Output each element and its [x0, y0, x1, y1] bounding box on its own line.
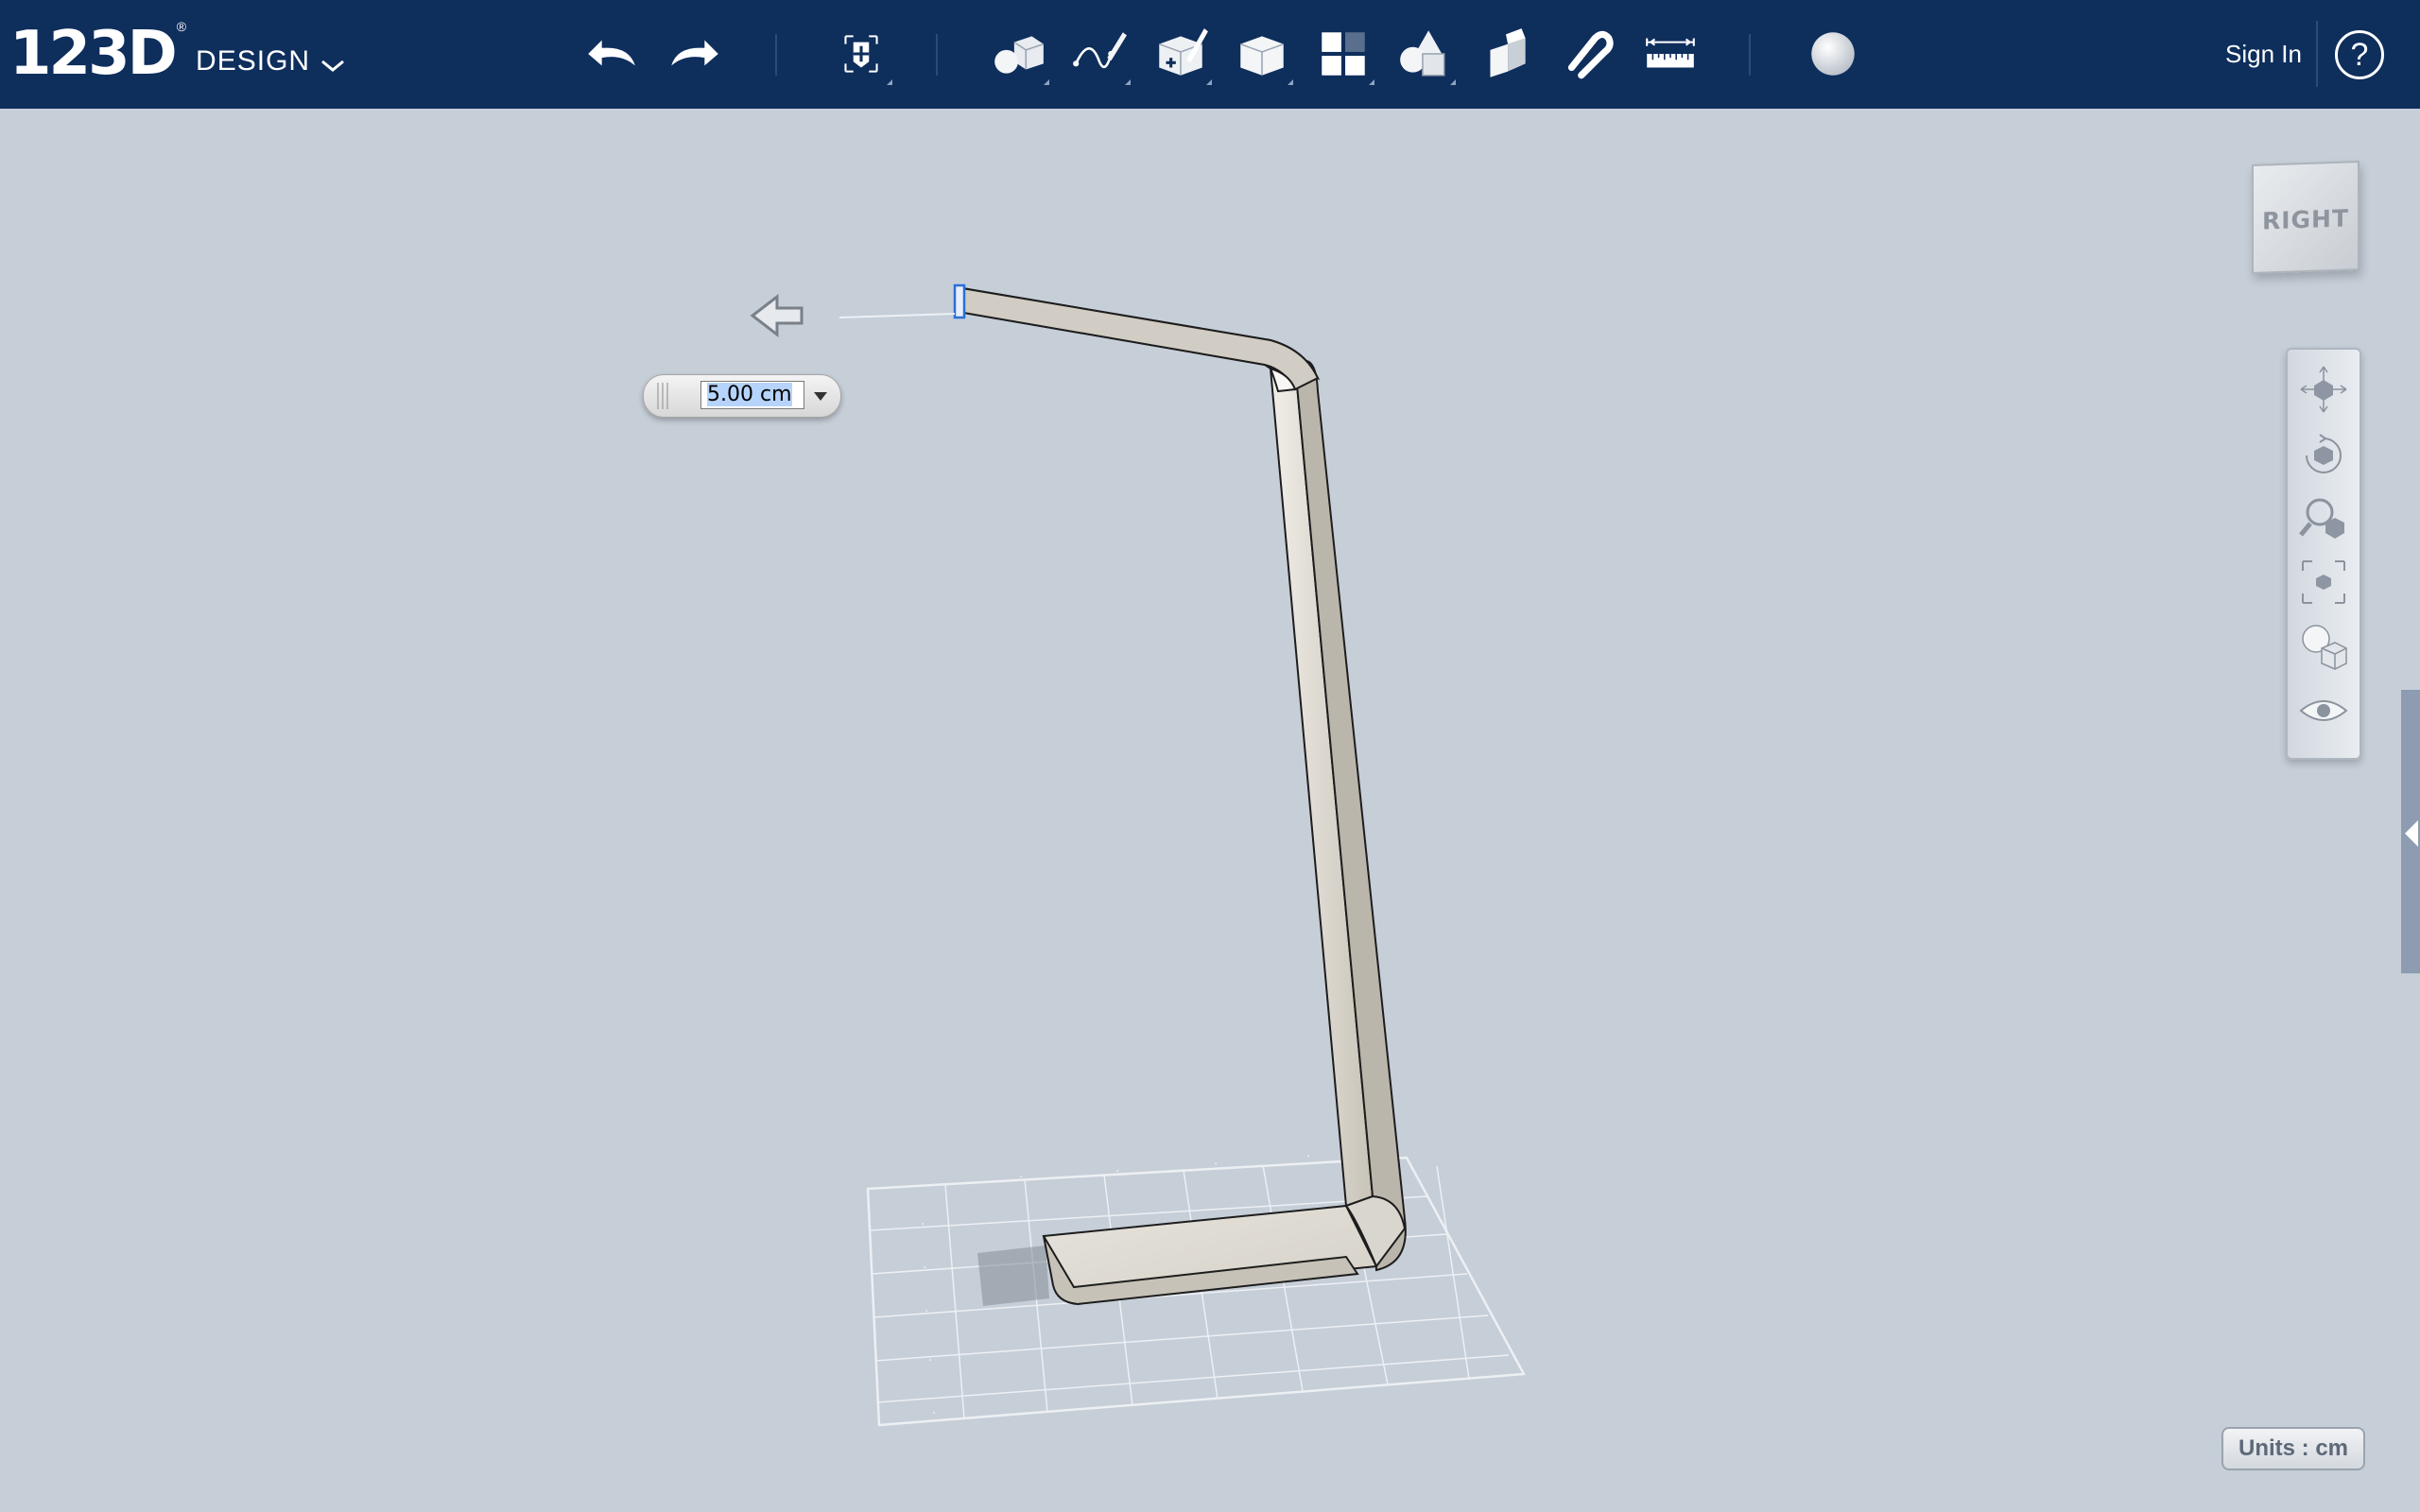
- svg-text:·: ·: [928, 1353, 932, 1368]
- view-cube-face-label: RIGHT: [2261, 204, 2350, 235]
- visibility-icon: [2299, 700, 2348, 721]
- 3d-viewport[interactable]: · · · · · · · · · 5.00 cm RIGHT Units: …: [0, 109, 2420, 1512]
- svg-text:·: ·: [923, 1261, 926, 1276]
- distance-input-box[interactable]: 5.00 cm: [643, 374, 841, 418]
- fit-button[interactable]: [2295, 554, 2352, 610]
- svg-text:·: ·: [1306, 1149, 1310, 1164]
- orbit-icon: [2306, 434, 2342, 473]
- chevron-left-icon[interactable]: [2405, 820, 2418, 847]
- view-material-icon: [2302, 625, 2347, 670]
- svg-text:·: ·: [925, 1304, 928, 1319]
- units-button[interactable]: Units : cm: [2221, 1427, 2365, 1470]
- fit-icon: [2302, 560, 2345, 604]
- view-material-button[interactable]: [2295, 618, 2352, 675]
- svg-text:·: ·: [1115, 1164, 1119, 1179]
- navigation-panel: [2286, 348, 2361, 760]
- distance-value: 5.00 cm: [707, 383, 792, 406]
- svg-text:·: ·: [1019, 1170, 1023, 1185]
- zoom-icon: [2299, 498, 2344, 539]
- distance-input[interactable]: 5.00 cm: [700, 381, 804, 409]
- chevron-down-icon[interactable]: [814, 392, 827, 401]
- view-cube[interactable]: RIGHT: [2252, 161, 2360, 274]
- model-shadow: [977, 1246, 1049, 1306]
- scene-canvas: · · · · · · · · ·: [750, 284, 1527, 1427]
- direction-arrow-icon: [750, 293, 804, 338]
- pan-icon: [2300, 366, 2347, 413]
- lamp-model: [953, 284, 1407, 1306]
- svg-text:·: ·: [1214, 1157, 1218, 1172]
- svg-text:·: ·: [921, 1217, 925, 1232]
- orbit-button[interactable]: [2295, 425, 2352, 482]
- visibility-button[interactable]: [2295, 682, 2352, 739]
- zoom-button[interactable]: [2295, 490, 2352, 546]
- svg-text:·: ·: [932, 1406, 936, 1421]
- pan-button[interactable]: [2295, 361, 2352, 418]
- measure-leader-line: [838, 313, 956, 318]
- drag-grip[interactable]: [657, 383, 668, 409]
